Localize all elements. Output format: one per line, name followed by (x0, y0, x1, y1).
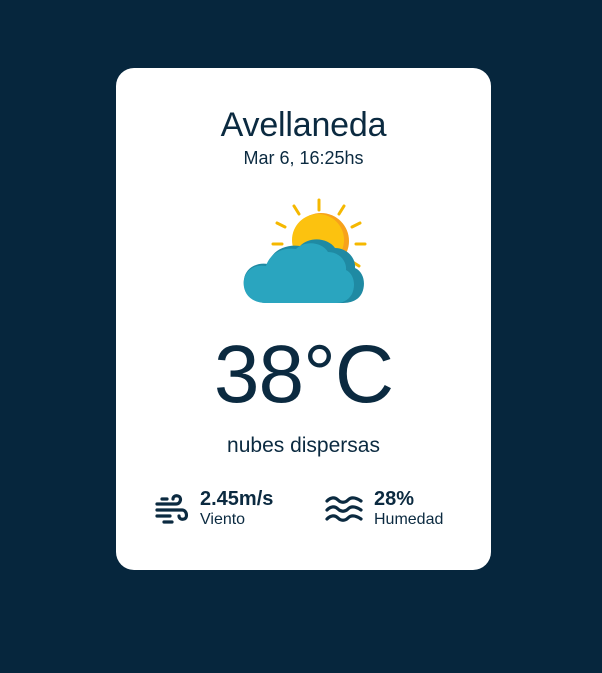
wind-label: Viento (200, 511, 246, 528)
humidity-value: 28% (374, 488, 415, 510)
weather-description: nubes dispersas (227, 434, 380, 457)
city-name: Avellaneda (220, 106, 387, 144)
wind-stat: 2.45m/s Viento (154, 488, 273, 530)
waves-icon (325, 496, 363, 522)
date-time: Mar 6, 16:25hs (243, 148, 364, 168)
wind-value: 2.45m/s (200, 488, 274, 510)
humidity-label: Humedad (374, 511, 444, 528)
wind-icon (155, 494, 189, 524)
humidity-stat: 28% Humedad (324, 488, 443, 530)
weather-card: Avellaneda Mar 6, 16:25hs 38°C nubes dis… (116, 68, 491, 570)
sun-behind-cloud-icon (243, 198, 367, 303)
temperature: 38°C (213, 329, 394, 420)
